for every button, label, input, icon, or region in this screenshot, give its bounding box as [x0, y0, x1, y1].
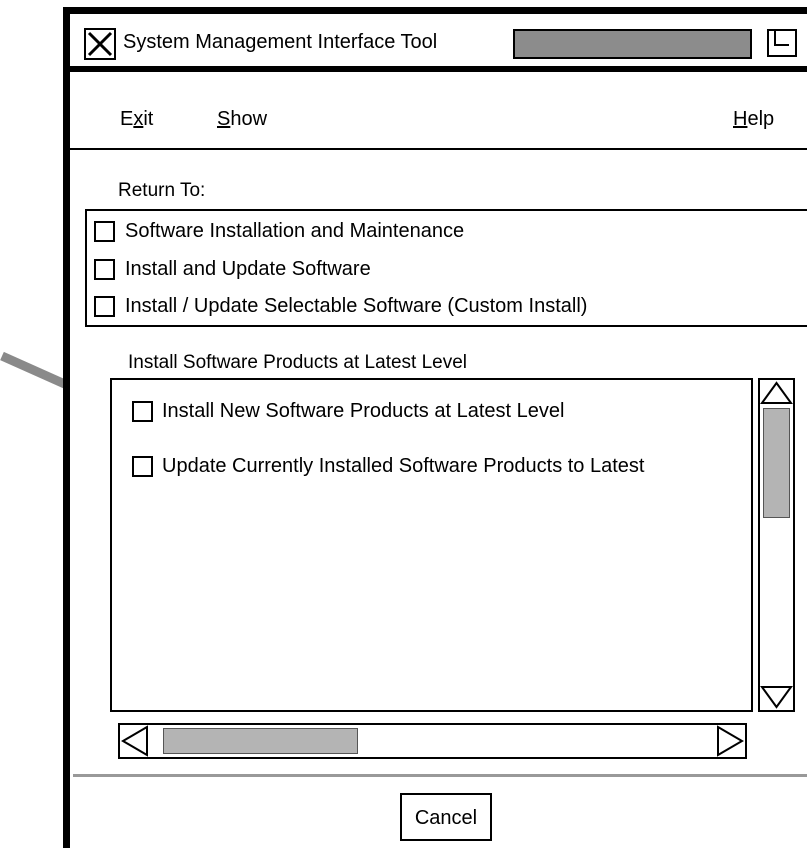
maximize-button[interactable] — [766, 28, 798, 58]
menu-bar: Exit Show Help — [70, 78, 807, 150]
return-to-item-label: Software Installation and Maintenance — [125, 220, 465, 242]
menu-exit[interactable]: Exit — [120, 107, 153, 131]
vertical-scroll-thumb[interactable] — [763, 408, 790, 518]
menu-help-text: elp — [747, 108, 775, 130]
footer-divider — [73, 774, 807, 777]
products-label: Install Software Products at Latest Leve… — [128, 352, 468, 373]
return-to-box: Software Installation and Maintenance In… — [85, 209, 807, 327]
scroll-right-arrow-icon[interactable] — [715, 725, 745, 757]
window-title: System Management Interface Tool — [123, 31, 438, 53]
title-bar-gauge — [513, 29, 752, 59]
close-x-icon — [87, 31, 113, 57]
return-to-item[interactable]: Software Installation and Maintenance — [87, 211, 807, 249]
cancel-button[interactable]: Cancel — [400, 793, 492, 841]
scroll-down-arrow-icon[interactable] — [760, 684, 793, 710]
menu-help[interactable]: Help — [733, 107, 774, 131]
list-item[interactable]: Install New Software Products at Latest … — [112, 396, 751, 432]
menu-exit-text-rest: it — [143, 108, 154, 130]
return-to-checkbox[interactable] — [94, 259, 115, 280]
cancel-button-label: Cancel — [414, 807, 478, 829]
scroll-left-arrow-icon[interactable] — [120, 725, 150, 757]
scroll-up-arrow-icon[interactable] — [760, 380, 793, 406]
return-to-item-label: Install and Update Software — [125, 258, 371, 280]
window: System Management Interface Tool Exit Sh… — [63, 7, 807, 848]
list-item-label: Install New Software Products at Latest … — [162, 400, 565, 422]
menu-exit-mnemonic: x — [133, 108, 144, 130]
return-to-item[interactable]: Install / Update Selectable Software (Cu… — [87, 287, 807, 325]
title-bar: System Management Interface Tool — [70, 14, 807, 72]
menu-show-text: how — [230, 108, 268, 130]
vertical-scrollbar[interactable] — [758, 378, 795, 712]
horizontal-scroll-thumb[interactable] — [163, 728, 358, 754]
return-to-checkbox[interactable] — [94, 221, 115, 242]
return-to-item-label: Install / Update Selectable Software (Cu… — [125, 295, 588, 317]
menu-exit-text: E — [120, 108, 134, 130]
list-item-checkbox[interactable] — [132, 401, 153, 422]
menu-show-mnemonic: S — [217, 108, 231, 130]
return-to-item[interactable]: Install and Update Software — [87, 249, 807, 287]
return-to-checkbox[interactable] — [94, 296, 115, 317]
menu-help-mnemonic: H — [733, 108, 748, 130]
return-to-label: Return To: — [118, 180, 206, 201]
menu-show[interactable]: Show — [217, 107, 267, 131]
products-list: Install New Software Products at Latest … — [110, 378, 753, 712]
horizontal-scrollbar[interactable] — [118, 723, 747, 759]
maximize-icon — [767, 29, 797, 57]
list-item-label: Update Currently Installed Software Prod… — [162, 455, 645, 477]
list-item[interactable]: Update Currently Installed Software Prod… — [112, 451, 751, 487]
window-menu-button[interactable] — [84, 28, 116, 60]
list-item-checkbox[interactable] — [132, 456, 153, 477]
